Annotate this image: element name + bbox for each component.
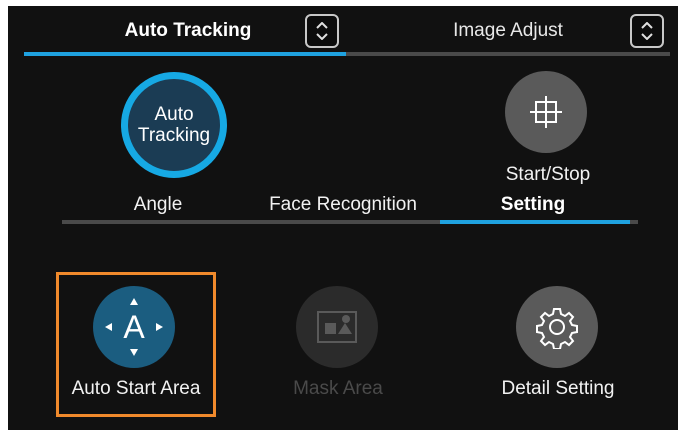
crosshair-frame-icon [530, 96, 562, 128]
mask-area-button [296, 286, 378, 368]
tab-angle[interactable]: Angle [108, 194, 208, 216]
detail-setting-label: Detail Setting [501, 378, 615, 399]
auto-tracking-button-label: Auto Tracking [137, 104, 211, 146]
auto-tracking-panel: Auto Tracking Image Adjust Auto Tracking… [8, 6, 678, 430]
sub-tab-indicator [440, 220, 630, 224]
up-down-chevron-icon [316, 22, 328, 40]
tab-setting[interactable]: Setting [478, 194, 588, 216]
auto-start-area-icon: A [105, 298, 163, 356]
mask-area-icon [317, 311, 357, 343]
start-stop-button[interactable] [505, 71, 587, 153]
auto-start-area-button[interactable]: A [93, 286, 175, 368]
tab-auto-tracking[interactable]: Auto Tracking [104, 16, 272, 46]
svg-text:A: A [123, 309, 145, 345]
mask-area-label: Mask Area [293, 378, 383, 399]
tab-face-recognition[interactable]: Face Recognition [248, 194, 438, 216]
auto-tracking-toggle-button[interactable]: Auto Tracking [121, 72, 227, 178]
auto-tracking-spin-button[interactable] [305, 14, 339, 48]
up-down-chevron-icon [641, 22, 653, 40]
image-adjust-spin-button[interactable] [630, 14, 664, 48]
top-tab-indicator [24, 52, 346, 56]
detail-setting-button[interactable] [516, 286, 598, 368]
tab-image-adjust[interactable]: Image Adjust [428, 16, 588, 46]
auto-start-area-label: Auto Start Area [71, 378, 201, 399]
start-stop-label: Start/Stop [505, 164, 591, 185]
gear-icon [536, 308, 578, 349]
